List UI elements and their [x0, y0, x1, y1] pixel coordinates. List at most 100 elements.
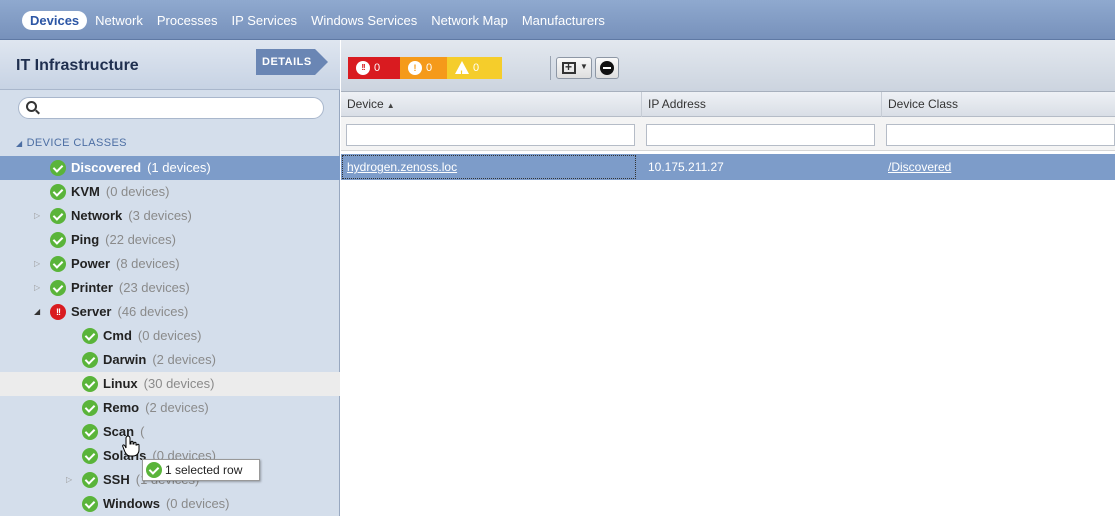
expand-arrow-icon[interactable]: ▷ [34, 204, 44, 228]
tree-item-label: SSH [103, 472, 130, 487]
nav-tab-devices[interactable]: Devices [22, 10, 88, 30]
tree-item-count: (46 devices) [117, 304, 189, 319]
tree-item-text: Discovered (1 devices) [71, 156, 211, 180]
warning-events-badge[interactable]: 0 [447, 57, 502, 85]
tree-item-label: Printer [71, 280, 113, 295]
tree-item-count: (30 devices) [143, 376, 215, 391]
status-ok-icon [50, 160, 66, 176]
ip-filter-input[interactable] [646, 124, 875, 146]
tree-item-printer[interactable]: ▷ Printer (23 devices) [0, 276, 340, 300]
nav-tab-processes[interactable]: Processes [157, 13, 218, 28]
selection-tooltip: 1 selected row [142, 459, 260, 481]
column-header-device-class[interactable]: Device Class [882, 92, 1115, 117]
expand-arrow-icon[interactable]: ▷ [66, 468, 76, 492]
tree-item-text: Linux (30 devices) [103, 372, 214, 396]
collapse-arrow-icon[interactable]: ◢ [34, 300, 44, 324]
panel-title: IT Infrastructure [16, 57, 139, 74]
tree-item-kvm[interactable]: KVM (0 devices) [0, 180, 340, 204]
tree-item-label: Network [71, 208, 123, 223]
nav-tab-windows-services[interactable]: Windows Services [311, 13, 417, 28]
status-ok-icon [50, 208, 66, 224]
tree-item-count: (2 devices) [152, 352, 216, 367]
tree-item-linux[interactable]: Linux (30 devices) [0, 372, 340, 396]
expand-arrow-icon[interactable]: ▷ [34, 276, 44, 300]
tree-item-count: (22 devices) [105, 232, 176, 247]
tree-item-label: Linux [103, 376, 138, 391]
device-classes-header[interactable]: ◢ DEVICE CLASSES [16, 137, 127, 149]
tree-item-text: Windows (0 devices) [103, 492, 230, 516]
tree-item-cmd[interactable]: Cmd (0 devices) [0, 324, 340, 348]
column-header-device[interactable]: Device ▲ [341, 92, 642, 117]
error-events-badge[interactable]: 0 [400, 57, 447, 79]
tree-item-label: Ping [71, 232, 100, 247]
tree-item-darwin[interactable]: Darwin (2 devices) [0, 348, 340, 372]
status-ok-icon [82, 400, 98, 416]
search-icon [26, 101, 37, 112]
tree-item-count: (8 devices) [116, 256, 180, 271]
table-row[interactable]: hydrogen.zenoss.loc 10.175.211.27 /Disco… [341, 154, 1115, 180]
device-name-link[interactable]: hydrogen.zenoss.loc [341, 154, 637, 180]
tree-item-label: Remo [103, 400, 140, 415]
column-header-device-label: Device [347, 97, 384, 111]
hand-cursor-icon [122, 435, 140, 457]
tree-item-discovered[interactable]: Discovered (1 devices) [0, 156, 340, 180]
tree-item-power[interactable]: ▷ Power (8 devices) [0, 252, 340, 276]
tree-item-server[interactable]: ◢ Server (46 devices) [0, 300, 340, 324]
add-device-menu-button[interactable]: ▼ [556, 57, 592, 79]
device-class-link[interactable]: /Discovered [882, 154, 1115, 180]
tree-item-text: Server (46 devices) [71, 300, 188, 324]
status-ok-icon [82, 496, 98, 512]
toolbar-separator [550, 56, 551, 80]
status-ok-icon [50, 256, 66, 272]
tree-item-text: Power (8 devices) [71, 252, 180, 276]
delete-device-button[interactable] [595, 57, 619, 79]
tree-item-label: Server [71, 304, 112, 319]
tree-item-label: Cmd [103, 328, 132, 343]
nav-tab-manufacturers[interactable]: Manufacturers [522, 13, 605, 28]
tree-item-text: Ping (22 devices) [71, 228, 176, 252]
tree-search-input[interactable] [41, 100, 311, 116]
tree-item-label: Power [71, 256, 111, 271]
tree-item-text: Darwin (2 devices) [103, 348, 216, 372]
status-ok-icon [82, 448, 98, 464]
critical-count: 0 [374, 62, 381, 74]
device-class-filter-input[interactable] [886, 124, 1115, 146]
ip-address-cell: 10.175.211.27 [648, 160, 724, 174]
expand-arrow-icon[interactable]: ▷ [34, 252, 44, 276]
details-button[interactable]: DETAILS [256, 49, 328, 75]
tree-item-text: Printer (23 devices) [71, 276, 190, 300]
status-critical-icon [50, 304, 66, 320]
status-ok-icon [50, 184, 66, 200]
remove-icon [600, 61, 614, 75]
nav-tab-network-map[interactable]: Network Map [431, 13, 508, 28]
collapse-triangle-icon: ◢ [16, 139, 23, 148]
device-tree-panel: IT Infrastructure DETAILS ◢ DEVICE CLASSE… [0, 40, 340, 516]
nav-tab-ip-services[interactable]: IP Services [232, 13, 298, 28]
device-classes-label: DEVICE CLASSES [26, 137, 127, 149]
tree-item-network[interactable]: ▷ Network (3 devices) [0, 204, 340, 228]
tree-item-text: Network (3 devices) [71, 204, 192, 228]
critical-icon [356, 61, 370, 75]
tree-item-count: (3 devices) [128, 208, 192, 223]
status-ok-icon [82, 328, 98, 344]
sort-ascending-icon: ▲ [386, 101, 395, 110]
tree-item-label: KVM [71, 184, 100, 199]
tree-item-scan[interactable]: Scan( [0, 420, 340, 444]
column-header-ip-address[interactable]: IP Address [642, 92, 882, 117]
tree-item-count: (0 devices) [105, 184, 170, 199]
left-panel-header: IT Infrastructure DETAILS [0, 40, 340, 90]
status-ok-icon [82, 424, 98, 440]
tree-item-text: KVM (0 devices) [71, 180, 169, 204]
tree-item-count: (23 devices) [118, 280, 190, 295]
tree-item-windows[interactable]: Windows (0 devices) [0, 492, 340, 516]
nav-tab-network[interactable]: Network [95, 13, 143, 28]
tree-item-ping[interactable]: Ping (22 devices) [0, 228, 340, 252]
grid-filter-row [341, 117, 1115, 151]
tree-search-box[interactable] [18, 97, 324, 119]
check-icon [146, 462, 162, 478]
device-filter-input[interactable] [346, 124, 635, 146]
critical-events-badge[interactable]: 0 [348, 57, 400, 79]
tree-item-label: Darwin [103, 352, 147, 367]
tree-item-text: Cmd (0 devices) [103, 324, 201, 348]
tree-item-remo[interactable]: Remo (2 devices) [0, 396, 340, 420]
